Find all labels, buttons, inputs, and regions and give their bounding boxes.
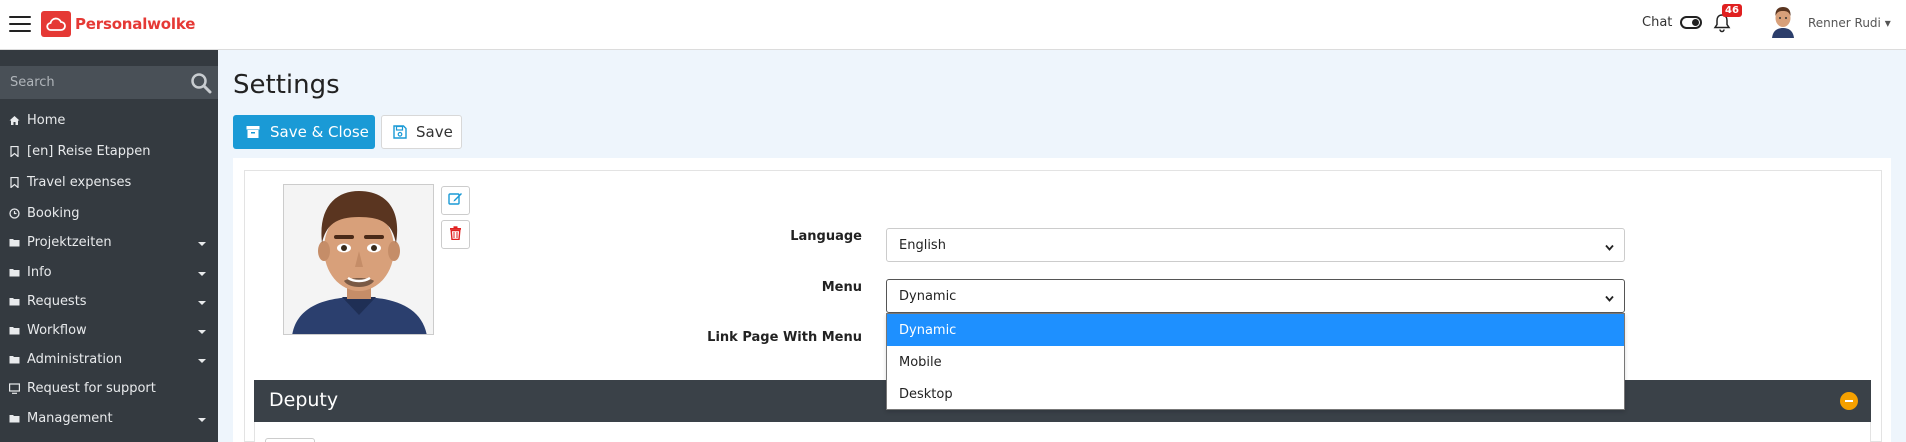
language-select[interactable]: English	[886, 228, 1625, 262]
language-label: Language	[790, 229, 862, 244]
edit-icon	[448, 191, 463, 210]
sidebar-item-label: Administration	[27, 351, 123, 367]
delete-photo-button[interactable]	[441, 220, 470, 249]
sidebar-item-label: Booking	[27, 205, 80, 221]
brand-name: Personalwolke	[75, 15, 196, 33]
collapse-icon[interactable]	[1840, 392, 1858, 410]
archive-icon	[246, 125, 260, 139]
language-value: English	[899, 237, 946, 253]
page-title: Settings	[233, 70, 340, 100]
folder-icon	[9, 237, 20, 248]
home-icon	[9, 115, 20, 126]
chat-toggle[interactable]	[1680, 16, 1703, 29]
sidebar-item-info[interactable]: Info	[0, 258, 218, 286]
bookmark-icon	[9, 176, 20, 189]
sidebar-item-label: Workflow	[27, 322, 87, 338]
sidebar-item-reise-etappen[interactable]: [en] Reise Etappen	[0, 137, 218, 165]
hamburger-menu-icon[interactable]	[9, 16, 31, 33]
sidebar-item-booking[interactable]: Booking	[0, 199, 218, 227]
edit-photo-button[interactable]	[441, 186, 470, 215]
chevron-down-icon	[1605, 241, 1614, 251]
profile-photo	[283, 184, 434, 335]
chevron-down-icon	[198, 330, 206, 334]
user-avatar[interactable]	[1770, 6, 1796, 38]
sidebar-item-projektzeiten[interactable]: Projektzeiten	[0, 228, 218, 256]
sidebar-item-label: Projektzeiten	[27, 234, 112, 250]
cloud-icon	[41, 11, 71, 37]
sidebar-item-label: [en] Reise Etappen	[27, 143, 151, 159]
sidebar-item-management[interactable]: Management	[0, 404, 218, 432]
sidebar-item-label: Request for support	[27, 380, 156, 396]
top-bar: Personalwolke Chat 46 Renner Rudi ▾	[0, 0, 1906, 50]
chevron-down-icon	[1605, 292, 1614, 302]
sidebar: Home [en] Reise Etappen Travel expenses …	[0, 50, 218, 442]
menu-dropdown-list: Dynamic Mobile Desktop	[886, 313, 1625, 410]
search-icon[interactable]	[190, 72, 212, 94]
sidebar-item-requests[interactable]: Requests	[0, 287, 218, 315]
menu-value: Dynamic	[899, 288, 957, 304]
folder-icon	[9, 413, 20, 424]
menu-select[interactable]: Dynamic	[886, 279, 1625, 313]
sidebar-item-label: Management	[27, 410, 113, 426]
folder-icon	[9, 325, 20, 336]
sidebar-item-travel-expenses[interactable]: Travel expenses	[0, 168, 218, 196]
sidebar-item-label: Travel expenses	[27, 174, 132, 190]
menu-label: Menu	[821, 280, 862, 295]
chevron-down-icon	[198, 272, 206, 276]
bookmark-icon	[9, 145, 20, 158]
trash-icon	[449, 225, 462, 244]
save-and-close-button[interactable]: Save & Close	[233, 115, 375, 149]
chat-label: Chat	[1642, 15, 1673, 30]
deputy-section-body	[254, 422, 1871, 442]
chevron-down-icon	[198, 418, 206, 422]
sidebar-item-home[interactable]: Home	[0, 106, 218, 134]
sidebar-item-administration[interactable]: Administration	[0, 345, 218, 373]
menu-option-desktop[interactable]: Desktop	[887, 378, 1624, 410]
folder-icon	[9, 354, 20, 365]
chat-toggle-group: Chat	[1642, 15, 1703, 30]
sidebar-item-label: Info	[27, 264, 52, 280]
sidebar-search	[0, 66, 218, 99]
sidebar-item-workflow[interactable]: Workflow	[0, 316, 218, 344]
user-name: Renner Rudi	[1808, 16, 1881, 30]
save-button[interactable]: Save	[381, 115, 462, 149]
folder-icon	[9, 296, 20, 307]
deputy-title: Deputy	[269, 389, 339, 411]
save-and-close-label: Save & Close	[270, 123, 369, 141]
clock-icon	[9, 207, 20, 219]
chevron-down-icon	[198, 359, 206, 363]
deputy-action-button[interactable]	[265, 438, 315, 442]
chevron-down-icon	[198, 301, 206, 305]
monitor-icon	[9, 382, 21, 394]
user-menu[interactable]: Renner Rudi ▾	[1808, 16, 1891, 30]
sidebar-item-request-for-support[interactable]: Request for support	[0, 374, 218, 402]
sidebar-item-label: Home	[27, 112, 66, 128]
floppy-disk-icon	[393, 125, 407, 139]
sidebar-item-label: Requests	[27, 293, 87, 309]
folder-icon	[9, 267, 20, 278]
link-page-with-menu-label: Link Page With Menu	[707, 330, 862, 345]
search-input[interactable]	[0, 66, 180, 99]
notification-badge: 46	[1722, 4, 1742, 17]
logo[interactable]: Personalwolke	[41, 11, 195, 37]
save-label: Save	[416, 123, 453, 141]
menu-option-mobile[interactable]: Mobile	[887, 346, 1624, 378]
chevron-down-icon	[198, 242, 206, 246]
menu-option-dynamic[interactable]: Dynamic	[887, 314, 1624, 346]
